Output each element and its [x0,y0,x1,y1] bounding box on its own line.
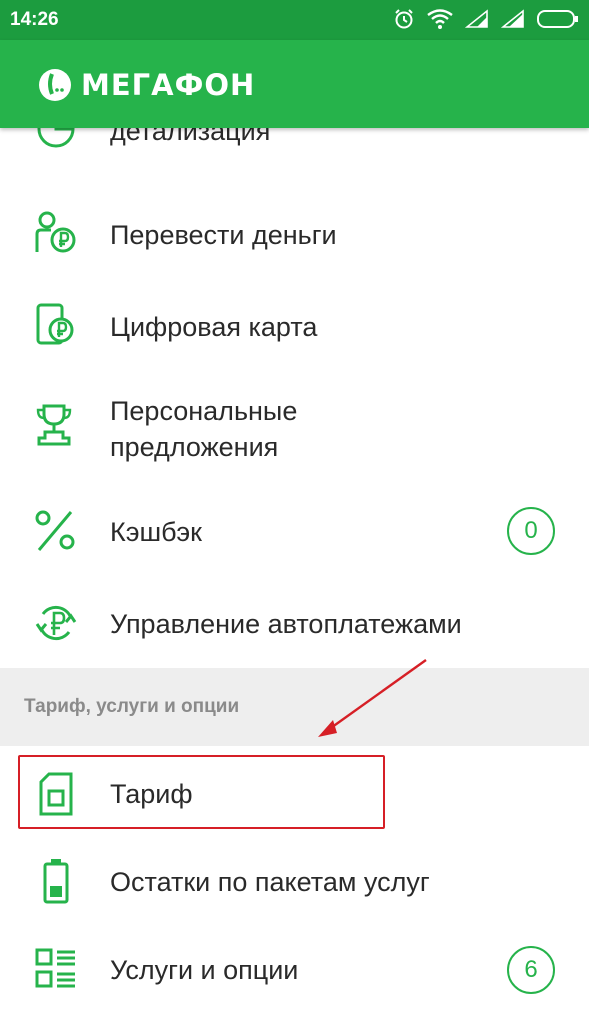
logo-text: МЕГАФОН [81,68,256,102]
logo: МЕГАФОН [37,67,255,103]
annotation-arrow-icon [318,659,427,737]
app-bar: МЕГАФОН [0,40,589,128]
megafon-logo-icon [39,69,71,101]
